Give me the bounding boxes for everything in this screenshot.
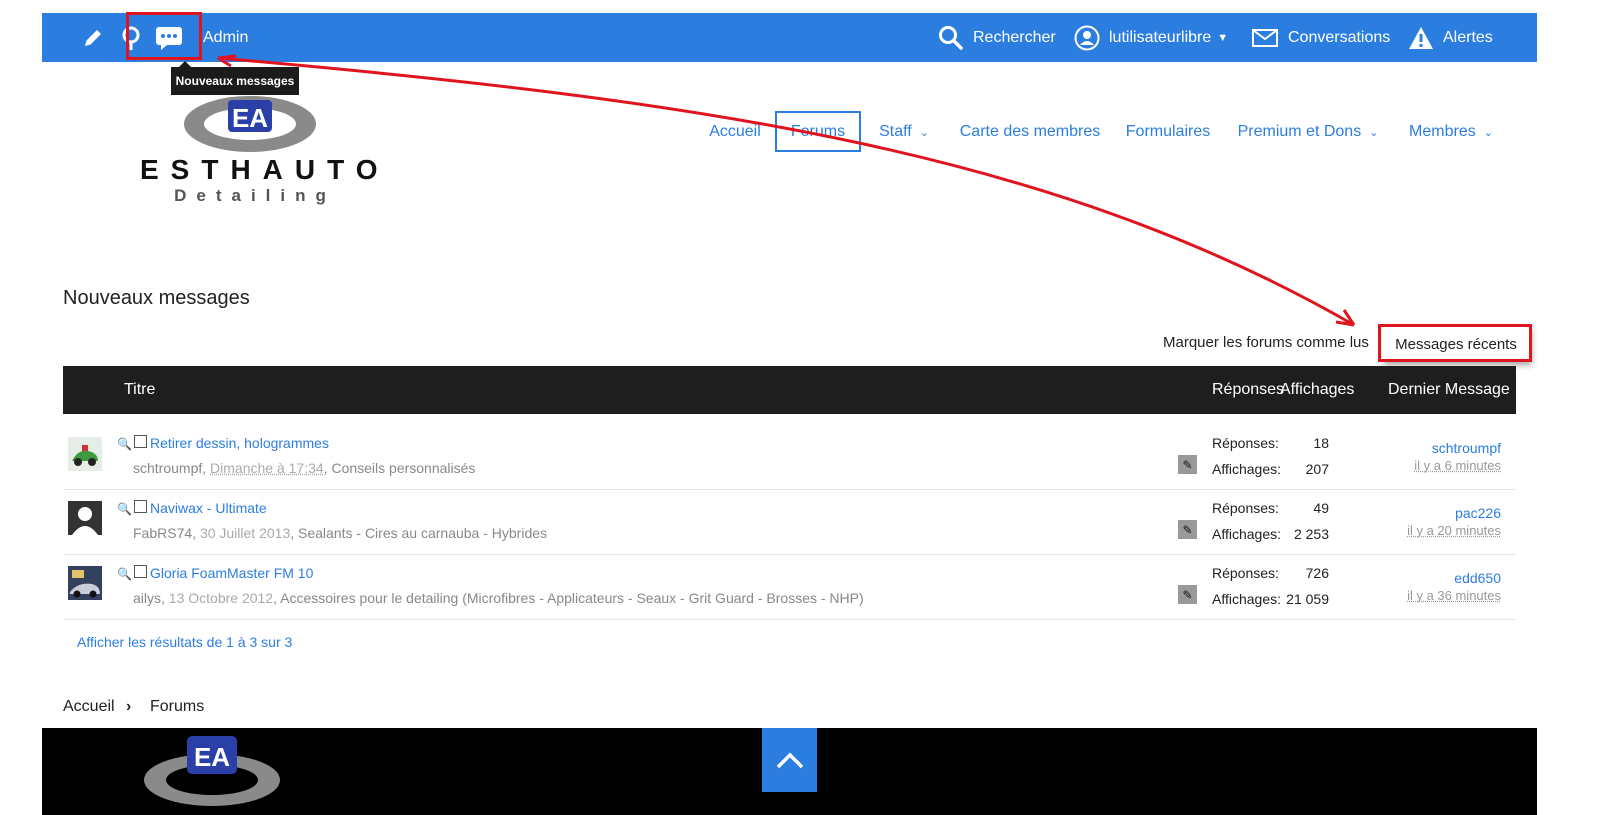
nav-carte-des-membres[interactable]: Carte des membres xyxy=(955,112,1105,152)
thread-author[interactable]: schtroumpf xyxy=(133,460,202,476)
chevron-down-icon: ⌄ xyxy=(919,126,929,139)
user-menu[interactable]: lutilisateurlibre ▼ xyxy=(1074,13,1228,62)
edit-icon[interactable]: ✎ xyxy=(1178,585,1197,604)
last-post-time[interactable]: il y a 20 minutes xyxy=(1407,523,1501,538)
replies-count: 18 xyxy=(1313,435,1329,451)
nav-staff[interactable]: Staff ⌄ xyxy=(870,112,938,152)
row-checkbox[interactable] xyxy=(134,500,147,513)
preview-icon[interactable]: 🔍 xyxy=(117,502,132,516)
thread-date: 13 Octobre 2012 xyxy=(168,590,274,606)
nav-premium-label: Premium et Dons xyxy=(1237,123,1362,140)
chevron-down-icon: ▼ xyxy=(1217,31,1229,44)
last-poster-link[interactable]: schtroumpf xyxy=(1432,440,1501,456)
conversations-label: Conversations xyxy=(1288,28,1391,46)
breadcrumb-home[interactable]: Accueil xyxy=(63,698,115,716)
user-label: lutilisateurlibre xyxy=(1109,28,1212,46)
last-poster-link[interactable]: edd650 xyxy=(1454,570,1501,586)
logo-text: ESTHAUTO xyxy=(140,154,390,185)
preview-icon[interactable]: 🔍 xyxy=(117,567,132,581)
user-icon xyxy=(1074,25,1100,50)
search-label: Rechercher xyxy=(973,28,1056,46)
mark-forums-read-link[interactable]: Marquer les forums comme lus xyxy=(1163,334,1369,351)
chevron-up-icon xyxy=(776,752,803,769)
search-icon xyxy=(939,25,963,50)
table-header: Titre Réponses Affichages Dernier Messag… xyxy=(63,366,1516,414)
footer-logo-icon: EA xyxy=(144,736,280,806)
thread-forum[interactable]: Conseils personnalisés xyxy=(331,460,475,476)
last-poster-link[interactable]: pac226 xyxy=(1455,505,1501,521)
results-summary-link[interactable]: Afficher les résultats de 1 à 3 sur 3 xyxy=(77,634,292,650)
nav-formulaires[interactable]: Formulaires xyxy=(1120,112,1216,152)
thread-title-link[interactable]: Retirer dessin, hologrammes xyxy=(150,435,329,451)
highlight-recent-messages xyxy=(1378,324,1532,362)
top-bar: Admin Rechercher lutilisateurlibre ▼ Con… xyxy=(42,13,1537,62)
nav-accueil[interactable]: Accueil xyxy=(700,112,770,152)
alerts-link[interactable]: Alertes xyxy=(1408,13,1493,62)
thread-author[interactable]: FabRS74 xyxy=(133,525,192,541)
admin-link[interactable]: Admin xyxy=(203,13,248,62)
pencil-icon[interactable] xyxy=(82,13,104,62)
thread-author[interactable]: ailys xyxy=(133,590,161,606)
header-last-message[interactable]: Dernier Message xyxy=(1388,381,1510,399)
thread-date: Dimanche à 17:34 xyxy=(210,460,324,476)
thread-meta: FabRS74, 30 Juillet 2013, Sealants - Cir… xyxy=(133,525,548,541)
nav-membres[interactable]: Membres ⌄ xyxy=(1400,112,1502,152)
svg-text:EA: EA xyxy=(232,103,268,133)
header-replies[interactable]: Réponses xyxy=(1212,381,1284,399)
thread-meta: schtroumpf, Dimanche à 17:34, Conseils p… xyxy=(133,460,476,476)
thread-title-link[interactable]: Naviwax - Ultimate xyxy=(150,500,267,516)
avatar[interactable] xyxy=(68,566,102,600)
edit-icon[interactable]: ✎ xyxy=(1178,455,1197,474)
breadcrumb-forums[interactable]: Forums xyxy=(150,698,204,716)
conversations-link[interactable]: Conversations xyxy=(1252,13,1390,62)
highlight-new-messages xyxy=(126,12,202,60)
row-checkbox[interactable] xyxy=(134,565,147,578)
thread-title-link[interactable]: Gloria FoamMaster FM 10 xyxy=(150,565,313,581)
views-count: 21 059 xyxy=(1286,591,1329,607)
header-views[interactable]: Affichages xyxy=(1280,381,1354,399)
warning-icon xyxy=(1409,26,1433,49)
avatar[interactable] xyxy=(68,437,102,471)
chevron-down-icon: ⌄ xyxy=(1483,126,1493,139)
site-logo[interactable]: EA ESTHAUTO Detailing xyxy=(140,80,390,210)
table-row: 🔍 Gloria FoamMaster FM 10 ailys, 13 Octo… xyxy=(63,554,1516,620)
replies-count: 49 xyxy=(1313,500,1329,516)
table-row: 🔍 Retirer dessin, hologrammes schtroumpf… xyxy=(63,424,1516,490)
thread-meta: ailys, 13 Octobre 2012, Accessoires pour… xyxy=(133,590,864,606)
chevron-down-icon: ⌄ xyxy=(1369,126,1379,139)
views-count: 2 253 xyxy=(1293,526,1329,542)
table-row: 🔍 Naviwax - Ultimate FabRS74, 30 Juillet… xyxy=(63,489,1516,555)
nav-staff-label: Staff xyxy=(879,123,912,140)
replies-count: 726 xyxy=(1305,565,1329,581)
page-title: Nouveaux messages xyxy=(63,287,250,309)
header-title[interactable]: Titre xyxy=(124,381,155,399)
thread-forum[interactable]: Accessoires pour le detailing (Microfibr… xyxy=(280,590,864,606)
scroll-to-top-button[interactable] xyxy=(762,728,817,792)
envelope-icon xyxy=(1252,28,1278,47)
thread-forum[interactable]: Sealants - Cires au carnauba - Hybrides xyxy=(298,525,547,541)
svg-text:EA: EA xyxy=(194,742,230,772)
preview-icon[interactable]: 🔍 xyxy=(117,437,132,451)
nav-membres-label: Membres xyxy=(1409,123,1476,140)
search-link[interactable]: Rechercher xyxy=(938,13,1056,62)
row-checkbox[interactable] xyxy=(134,435,147,448)
last-post-time[interactable]: il y a 6 minutes xyxy=(1414,458,1501,473)
nav-forums[interactable]: Forums xyxy=(775,111,861,152)
nav-premium-dons[interactable]: Premium et Dons ⌄ xyxy=(1232,112,1384,152)
logo-tagline: Detailing xyxy=(174,186,336,205)
thread-date: 30 Juillet 2013 xyxy=(199,525,291,541)
avatar[interactable] xyxy=(68,501,102,535)
breadcrumb-chevron-icon: › xyxy=(126,698,132,715)
edit-icon[interactable]: ✎ xyxy=(1178,520,1197,539)
views-count: 207 xyxy=(1305,461,1329,477)
last-post-time[interactable]: il y a 36 minutes xyxy=(1407,588,1501,603)
alerts-label: Alertes xyxy=(1443,28,1493,46)
